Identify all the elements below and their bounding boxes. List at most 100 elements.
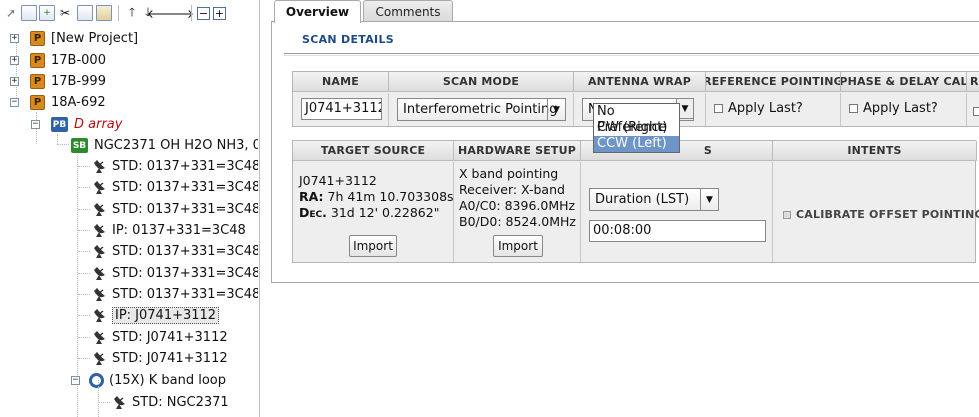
divider <box>284 53 979 56</box>
tree-item-label: STD: 0137+331=3C48 <box>112 266 258 281</box>
pointer-icon[interactable]: ➚ <box>3 5 19 21</box>
checkbox[interactable] <box>714 104 723 113</box>
column-header: HARDWARE SETUP <box>454 141 581 161</box>
column-header: R <box>967 72 979 92</box>
tree-item[interactable]: STD: 0137+331=3C48 <box>78 177 258 198</box>
antenna-icon <box>92 180 107 195</box>
move-up-icon[interactable]: 🡑 <box>124 5 140 21</box>
tree-item[interactable]: SB NGC2371 OH H2O NH3, 02 <box>71 135 258 156</box>
checkbox[interactable] <box>783 211 791 219</box>
scan-mode-select[interactable]: Interferometric Pointing ▼ <box>397 98 566 121</box>
tree-item[interactable]: STD: 0137+331=3C48 <box>78 156 258 177</box>
column-header: NAME <box>293 72 389 92</box>
add-page-icon[interactable]: + <box>39 5 55 21</box>
checkbox[interactable] <box>849 104 858 113</box>
tab-overview[interactable]: Overview <box>274 0 361 23</box>
cut-icon[interactable]: ✂ <box>57 5 73 21</box>
collapse-all-icon[interactable]: − <box>197 7 210 20</box>
expand-toggle[interactable]: + <box>10 56 19 65</box>
column-header: SCAN MODE <box>389 72 574 92</box>
section-title: SCAN DETAILS <box>302 33 394 46</box>
antenna-icon <box>92 159 107 174</box>
tree-item-label: STD: 0137+331=3C48 <box>112 244 258 259</box>
option-ccw-left[interactable]: CCW (Left) <box>594 136 679 152</box>
tree-item[interactable]: STD: NGC2371 <box>98 392 229 413</box>
antenna-icon <box>92 223 107 238</box>
tree-item[interactable]: IP: 0137+331=3C48 <box>78 220 246 241</box>
tree-item[interactable]: − (15X) K band loop <box>71 370 226 391</box>
antenna-icon <box>92 287 107 302</box>
column-header: REFERENCE POINTING <box>706 72 841 92</box>
collapse-toggle[interactable]: − <box>71 376 80 385</box>
antenna-icon <box>92 330 107 345</box>
tree-item[interactable]: STD: J0741+3112 <box>78 327 228 348</box>
chevron-down-icon: ▼ <box>547 99 565 120</box>
tab-comments[interactable]: Comments <box>363 0 453 22</box>
column-header: TARGET SOURCE <box>293 141 454 161</box>
antenna-wrap-dropdown: No Preference CW (Right) CCW (Left) <box>593 103 680 153</box>
tree-item-label: IP: J0741+3112 <box>112 307 220 324</box>
import-source-button[interactable]: Import <box>349 235 397 257</box>
tree-item-label: STD: 0137+331=3C48 <box>112 159 258 174</box>
chevron-down-icon: ▼ <box>700 189 718 210</box>
antenna-icon <box>112 395 127 410</box>
tree-toolbar: ➚ + ✂ 🡑 🡓 🡐 🡒 − + <box>0 0 258 27</box>
tree-item-label: STD: J0741+3112 <box>112 330 228 345</box>
phase-delay-apply-last[interactable]: Apply Last? <box>849 101 938 116</box>
collapse-toggle[interactable]: − <box>31 120 40 129</box>
target-source-info: J0741+3112 RA: 7h 41m 10.703308s Dec. 31… <box>299 173 454 220</box>
tree-item-label: STD: NGC2371 <box>132 395 229 410</box>
source-setup-table: TARGET SOURCE HARDWARE SETUP S INTENTS J… <box>292 140 979 263</box>
collapse-toggle[interactable]: − <box>10 98 19 107</box>
project-icon: P <box>30 53 45 68</box>
antenna-icon <box>92 351 107 366</box>
expand-toggle[interactable]: + <box>10 34 19 43</box>
column-header: ANTENNA WRAP <box>574 72 706 92</box>
tree-item[interactable]: STD: 0137+331=3C48 <box>78 241 258 262</box>
option-no-preference[interactable]: No Preference <box>594 104 679 135</box>
intent-calibrate-offset-pointing[interactable]: CALIBRATE OFFSET POINTING <box>783 208 979 221</box>
program-block-icon: PB <box>51 117 68 132</box>
column-header: PHASE & DELAY CAL <box>841 72 967 92</box>
duration-mode-select[interactable]: Duration (LST) ▼ <box>589 188 719 211</box>
scan-name-input[interactable]: J0741+3112 <box>301 98 382 120</box>
antenna-icon <box>92 202 107 217</box>
tree-item-label: STD: 0137+331=3C48 <box>112 202 258 217</box>
new-page-icon[interactable] <box>21 5 37 21</box>
tree-item[interactable]: IP: J0741+3112 <box>78 305 220 326</box>
detail-panel: Overview Comments SCAN DETAILS NAME SCAN… <box>271 0 979 417</box>
tree-item[interactable]: STD: 0137+331=3C48 <box>78 263 258 284</box>
expand-all-icon[interactable]: + <box>213 7 226 20</box>
dec-value: 31d 12' 0.22862" <box>330 205 440 220</box>
reference-pointing-apply-last[interactable]: Apply Last? <box>714 101 803 116</box>
hardware-setup-info: X band pointing Receiver: X-band A0/C0: … <box>459 166 576 229</box>
tree-item-label: IP: 0137+331=3C48 <box>112 223 246 238</box>
tree-item-label: STD: 0137+331=3C48 <box>112 287 258 302</box>
tree-item-label: STD: 0137+331=3C48 <box>112 180 258 195</box>
option-cw-right[interactable]: CW (Right) <box>594 120 679 136</box>
column-header: INTENTS <box>773 141 977 161</box>
project-icon: P <box>30 31 45 46</box>
tree-item[interactable]: STD: 0137+331=3C48 <box>78 199 258 220</box>
antenna-icon <box>92 244 107 259</box>
tree-item[interactable]: STD: J0741+3112 <box>78 348 228 369</box>
ra-value: 7h 41m 10.703308s <box>327 189 454 204</box>
project-tree: + P [New Project] + P 17B-000 + P 17B-999 −… <box>0 28 258 417</box>
tree-item-label: STD: J0741+3112 <box>112 351 228 366</box>
loop-icon <box>89 373 104 388</box>
target-name: J0741+3112 <box>299 173 377 188</box>
copy-icon[interactable] <box>77 5 93 21</box>
expand-toggle[interactable]: + <box>10 77 19 86</box>
antenna-icon <box>92 266 107 281</box>
project-icon: P <box>30 95 45 110</box>
move-right-icon[interactable]: 🡒 <box>162 5 194 21</box>
project-tree-panel: ➚ + ✂ 🡑 🡓 🡐 🡒 − + + P [New Project] + P 17… <box>0 0 260 417</box>
checkbox[interactable] <box>973 101 979 120</box>
paste-icon[interactable] <box>96 5 112 21</box>
tree-item[interactable]: STD: 0137+331=3C48 <box>78 284 258 305</box>
tree-item-label: (15X) K band loop <box>109 373 226 388</box>
scheduling-block-icon: SB <box>71 138 88 153</box>
antenna-icon <box>92 308 107 323</box>
import-hardware-button[interactable]: Import <box>493 235 543 257</box>
duration-input[interactable]: 00:08:00 <box>589 220 766 242</box>
